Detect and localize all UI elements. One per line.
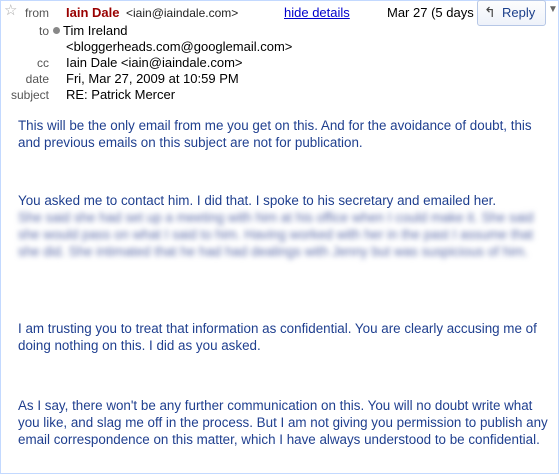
subject-label: subject xyxy=(10,88,49,102)
message-header: ☆ from Iain Dale <iain@iaindale.com> hid… xyxy=(0,0,559,104)
recipient-email: <bloggerheads.com@googlemail.com> xyxy=(66,39,293,54)
reply-button[interactable]: ↰ Reply xyxy=(477,0,546,26)
body-paragraph-2: You asked me to contact him. I did that.… xyxy=(18,193,497,208)
more-options-icon[interactable]: ▼ xyxy=(548,4,558,24)
body-paragraph-4: As I say, there won't be any further com… xyxy=(18,398,548,447)
presence-icon xyxy=(53,27,60,34)
hide-details-link[interactable]: hide details xyxy=(284,5,350,20)
reply-button-label: Reply xyxy=(502,5,536,20)
recipient: Tim Ireland xyxy=(53,23,128,38)
cc-label: cc xyxy=(37,56,49,70)
sender-name[interactable]: Iain Dale xyxy=(66,5,119,20)
date-label: date xyxy=(25,72,49,86)
body-paragraph-1: This will be the only email from me you … xyxy=(18,118,532,150)
cc-value: Iain Dale <iain@iaindale.com> xyxy=(66,55,243,70)
reply-arrow-icon: ↰ xyxy=(484,4,496,20)
body-paragraph-3: I am trusting you to treat that informat… xyxy=(18,321,537,353)
to-label: to xyxy=(38,24,49,38)
from-label: from xyxy=(25,6,49,20)
subject-value: RE: Patrick Mercer xyxy=(66,87,176,102)
recipient-name[interactable]: Tim Ireland xyxy=(63,23,128,38)
sender-email: <iain@iaindale.com> xyxy=(126,6,239,20)
date-value: Fri, Mar 27, 2009 at 10:59 PM xyxy=(66,71,239,86)
blurred-text: She said she had set up a meeting with h… xyxy=(18,210,534,259)
